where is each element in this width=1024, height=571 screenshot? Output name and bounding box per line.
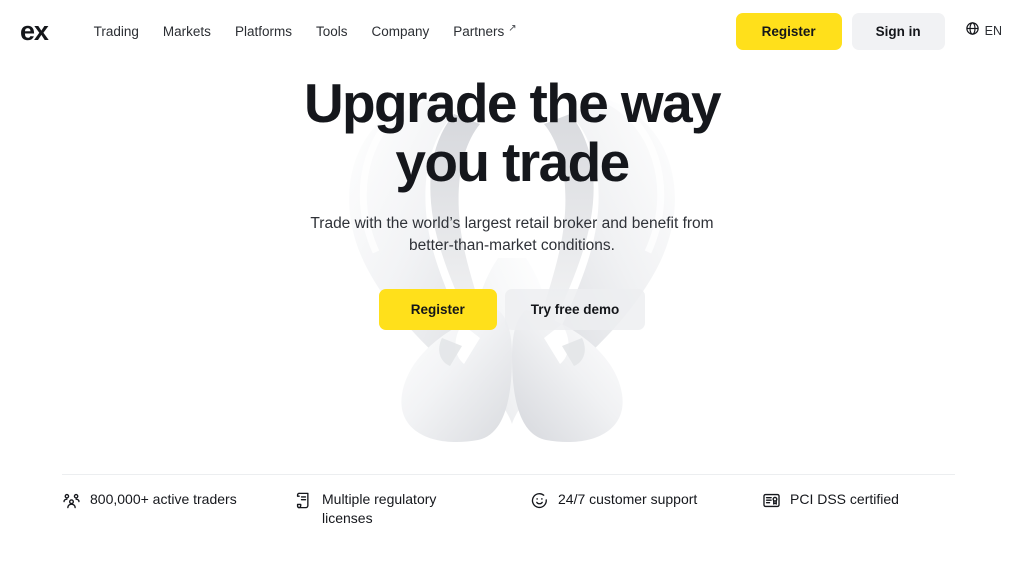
nav-label: Trading: [93, 23, 139, 39]
feature-label: 800,000+ active traders: [90, 491, 237, 507]
nav-item-trading[interactable]: Trading: [82, 16, 151, 47]
header-actions: Register Sign in EN: [735, 12, 1008, 50]
trust-feature-bar: 800,000+ active traders Multiple regulat…: [62, 490, 962, 528]
nav-item-partners[interactable]: Partners ↗: [441, 16, 528, 47]
language-label: EN: [984, 24, 1002, 38]
globe-icon: [965, 21, 980, 41]
language-selector[interactable]: EN: [955, 15, 1008, 47]
document-scroll-icon: [294, 491, 313, 510]
hero-subtitle: Trade with the world’s largest retail br…: [310, 214, 714, 255]
nav-label: Markets: [162, 23, 211, 39]
feature-label: 24/7 customer support: [558, 491, 698, 507]
hero-section: Upgrade the way you trade Trade with the…: [0, 62, 1024, 474]
users-group-icon: [62, 491, 81, 510]
feature-active-traders: 800,000+ active traders: [62, 490, 294, 510]
nav-item-markets[interactable]: Markets: [151, 16, 223, 47]
nav-label: Partners: [453, 23, 505, 39]
feature-bar-divider: [62, 474, 955, 475]
page-title: Upgrade the way you trade: [303, 72, 722, 194]
main-navigation: Trading Markets Platforms Tools Company …: [82, 16, 529, 47]
hero-register-button[interactable]: Register: [378, 288, 497, 330]
hero-title-line-2: you trade: [395, 131, 630, 194]
nav-label: Company: [371, 23, 430, 39]
logo[interactable]: ex: [20, 17, 49, 45]
feature-regulatory-licenses: Multiple regulatory licenses: [294, 490, 530, 528]
nav-item-tools[interactable]: Tools: [304, 16, 360, 47]
external-link-arrow-icon: ↗: [508, 23, 517, 34]
certificate-badge-icon: [762, 491, 781, 510]
hero-title-line-1: Upgrade the way: [303, 72, 722, 134]
feature-customer-support: 24/7 customer support: [530, 490, 762, 510]
feature-pci-dss-certified: PCI DSS certified: [762, 490, 962, 510]
hero-content: Upgrade the way you trade Trade with the…: [0, 62, 1024, 474]
header-register-button[interactable]: Register: [735, 12, 842, 50]
feature-label: PCI DSS certified: [790, 491, 899, 507]
header-signin-button[interactable]: Sign in: [851, 12, 945, 50]
nav-item-company[interactable]: Company: [359, 16, 441, 47]
smiley-face-icon: [530, 491, 549, 510]
nav-label: Platforms: [234, 23, 292, 39]
feature-label: Multiple regulatory licenses: [322, 491, 437, 526]
hero-cta-group: Register Try free demo: [378, 288, 646, 330]
site-header: ex Trading Markets Platforms Tools Compa…: [0, 0, 1024, 62]
nav-label: Tools: [315, 23, 348, 39]
nav-item-platforms[interactable]: Platforms: [223, 16, 304, 47]
hero-try-free-demo-button[interactable]: Try free demo: [504, 288, 646, 330]
